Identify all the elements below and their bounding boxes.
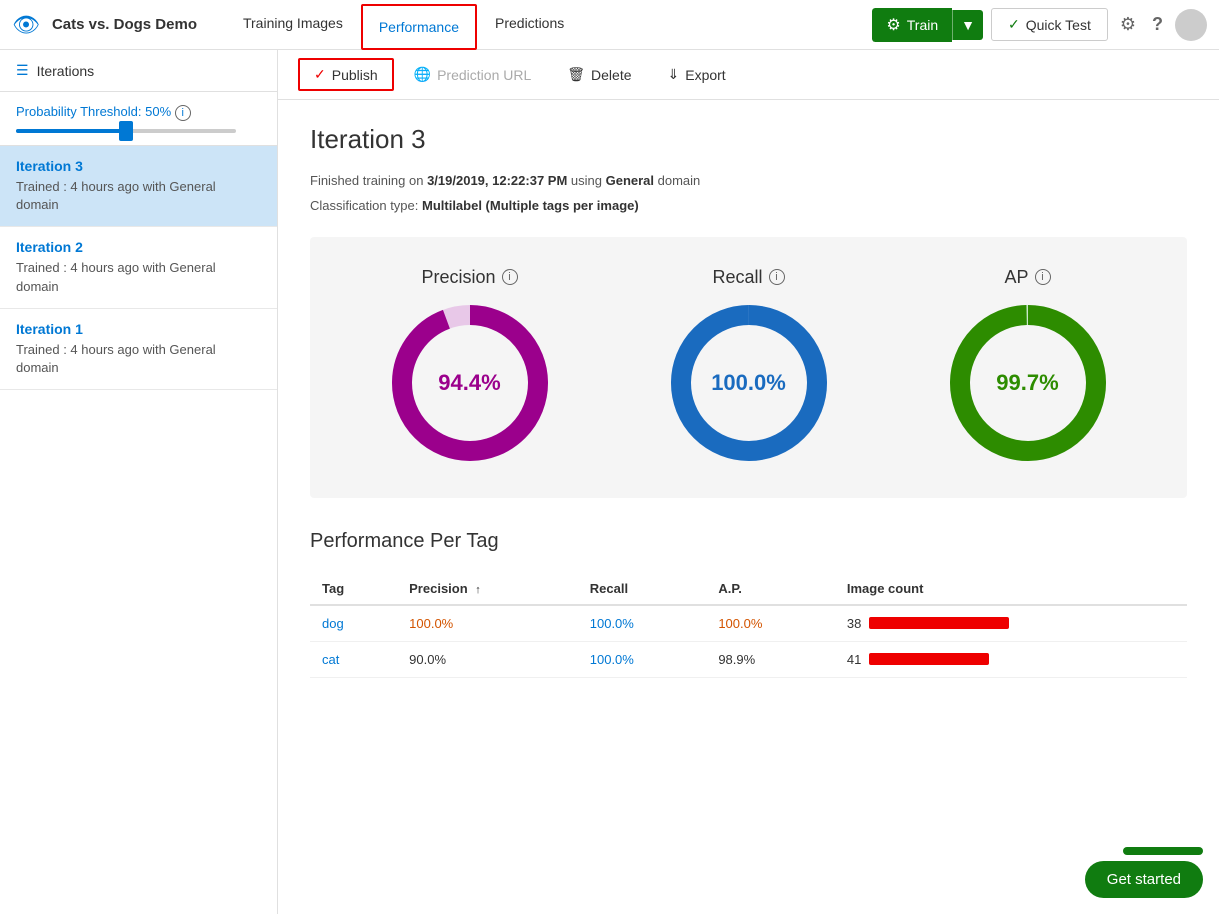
sidebar-item-iteration1[interactable]: Iteration 1 Trained : 4 hours ago with G…	[0, 309, 277, 390]
globe-icon: 🌐	[414, 66, 431, 83]
delete-button[interactable]: 🗑 Delete	[551, 58, 647, 91]
get-started-button[interactable]: Get started	[1085, 861, 1203, 898]
toolbar: ✓ Publish 🌐 Prediction URL 🗑 Delete ⇓ Ex…	[278, 50, 1219, 100]
precision-label: Precision i	[421, 267, 517, 288]
iteration3-detail: Trained : 4 hours ago with General domai…	[16, 178, 261, 214]
table-row: dog 100.0% 100.0% 100.0% 38	[310, 605, 1187, 642]
iterations-icon: ☰	[16, 62, 29, 79]
col-tag[interactable]: Tag	[310, 573, 397, 605]
train-button[interactable]: ⚙ Train	[872, 8, 952, 42]
sidebar-item-iteration2[interactable]: Iteration 2 Trained : 4 hours ago with G…	[0, 227, 277, 308]
sidebar-item-iteration3[interactable]: Iteration 3 Trained : 4 hours ago with G…	[0, 146, 277, 227]
nav-predictions[interactable]: Predictions	[477, 0, 582, 50]
iteration1-detail: Trained : 4 hours ago with General domai…	[16, 341, 261, 377]
publish-check-icon: ✓	[314, 66, 326, 83]
checkmark-icon: ✓	[1008, 16, 1020, 33]
get-started-area: Get started	[1085, 847, 1203, 898]
main-nav: Training Images Performance Predictions	[225, 0, 864, 50]
col-ap[interactable]: A.P.	[706, 573, 835, 605]
charts-section: Precision i 94.4% Recall	[310, 237, 1187, 498]
precision-info-icon[interactable]: i	[502, 269, 518, 285]
dog-precision: 100.0%	[397, 605, 578, 642]
tag-dog-link[interactable]: dog	[322, 616, 344, 631]
dog-recall: 100.0%	[578, 605, 707, 642]
quick-test-button[interactable]: ✓ Quick Test	[991, 8, 1108, 41]
cat-image-count: 41	[835, 641, 1187, 677]
ap-label: AP i	[1004, 267, 1050, 288]
precision-chart: Precision i 94.4%	[385, 267, 555, 468]
col-recall[interactable]: Recall	[578, 573, 707, 605]
recall-donut: 100.0%	[664, 298, 834, 468]
table-header-row: Tag Precision ↑ Recall A.P.	[310, 573, 1187, 605]
tag-cat-link[interactable]: cat	[322, 652, 339, 667]
iteration-meta-line2: Classification type: Multilabel (Multipl…	[310, 196, 1187, 217]
recall-info-icon[interactable]: i	[769, 269, 785, 285]
cat-recall: 100.0%	[578, 641, 707, 677]
probability-label: Probability Threshold: 50% i	[16, 104, 261, 121]
precision-donut: 94.4%	[385, 298, 555, 468]
probability-slider[interactable]	[16, 129, 261, 133]
cat-bar	[869, 653, 989, 665]
cat-precision: 90.0%	[397, 641, 578, 677]
dog-ap: 100.0%	[706, 605, 835, 642]
iteration3-name: Iteration 3	[16, 158, 261, 174]
user-avatar[interactable]	[1175, 9, 1207, 41]
trash-icon: 🗑	[567, 66, 585, 83]
export-icon: ⇓	[668, 66, 680, 83]
probability-section: Probability Threshold: 50% i	[0, 92, 277, 146]
iteration-title: Iteration 3	[310, 124, 1187, 155]
train-dropdown-button[interactable]: ▼	[952, 10, 983, 40]
export-button[interactable]: ⇓ Export	[652, 58, 742, 91]
main-content: ✓ Publish 🌐 Prediction URL 🗑 Delete ⇓ Ex…	[278, 50, 1219, 914]
header-actions: ⚙ Train ▼ ✓ Quick Test ⚙ ?	[872, 8, 1207, 42]
iteration2-detail: Trained : 4 hours ago with General domai…	[16, 259, 261, 295]
performance-per-tag-section: Performance Per Tag Tag Precision ↑	[310, 530, 1187, 678]
probability-info-icon[interactable]: i	[175, 105, 191, 121]
nav-performance[interactable]: Performance	[361, 4, 477, 50]
ap-info-icon[interactable]: i	[1035, 269, 1051, 285]
recall-chart: Recall i 100.0%	[664, 267, 834, 468]
cat-ap: 98.9%	[706, 641, 835, 677]
performance-table: Tag Precision ↑ Recall A.P.	[310, 573, 1187, 678]
content-body: Iteration 3 Finished training on 3/19/20…	[278, 100, 1219, 702]
sidebar-header: ☰ Iterations	[0, 50, 277, 92]
header: 👁 Cats vs. Dogs Demo Training Images Per…	[0, 0, 1219, 50]
perf-tag-title: Performance Per Tag	[310, 530, 1187, 553]
sidebar: ☰ Iterations Probability Threshold: 50% …	[0, 50, 278, 914]
app-logo-icon: 👁	[12, 12, 40, 38]
settings-gear-icon: ⚙	[886, 15, 900, 35]
ap-donut: 99.7%	[943, 298, 1113, 468]
iteration2-name: Iteration 2	[16, 239, 261, 255]
col-precision[interactable]: Precision ↑	[397, 573, 578, 605]
iteration-meta-line1: Finished training on 3/19/2019, 12:22:37…	[310, 171, 1187, 192]
nav-training-images[interactable]: Training Images	[225, 0, 361, 50]
app-title: Cats vs. Dogs Demo	[52, 16, 197, 33]
sort-icon: ↑	[475, 584, 481, 596]
table-row: cat 90.0% 100.0% 98.9% 41	[310, 641, 1187, 677]
recall-label: Recall i	[712, 267, 784, 288]
dog-bar	[869, 617, 1009, 629]
col-image-count[interactable]: Image count	[835, 573, 1187, 605]
main-layout: ☰ Iterations Probability Threshold: 50% …	[0, 50, 1219, 914]
settings-icon[interactable]: ⚙	[1116, 10, 1140, 39]
prediction-url-button[interactable]: 🌐 Prediction URL	[398, 58, 548, 91]
progress-indicator	[1123, 847, 1203, 855]
iteration1-name: Iteration 1	[16, 321, 261, 337]
publish-button[interactable]: ✓ Publish	[298, 58, 394, 91]
help-icon[interactable]: ?	[1148, 10, 1167, 39]
iterations-label: Iterations	[37, 63, 95, 79]
dog-image-count: 38	[835, 605, 1187, 642]
ap-chart: AP i 99.7%	[943, 267, 1113, 468]
